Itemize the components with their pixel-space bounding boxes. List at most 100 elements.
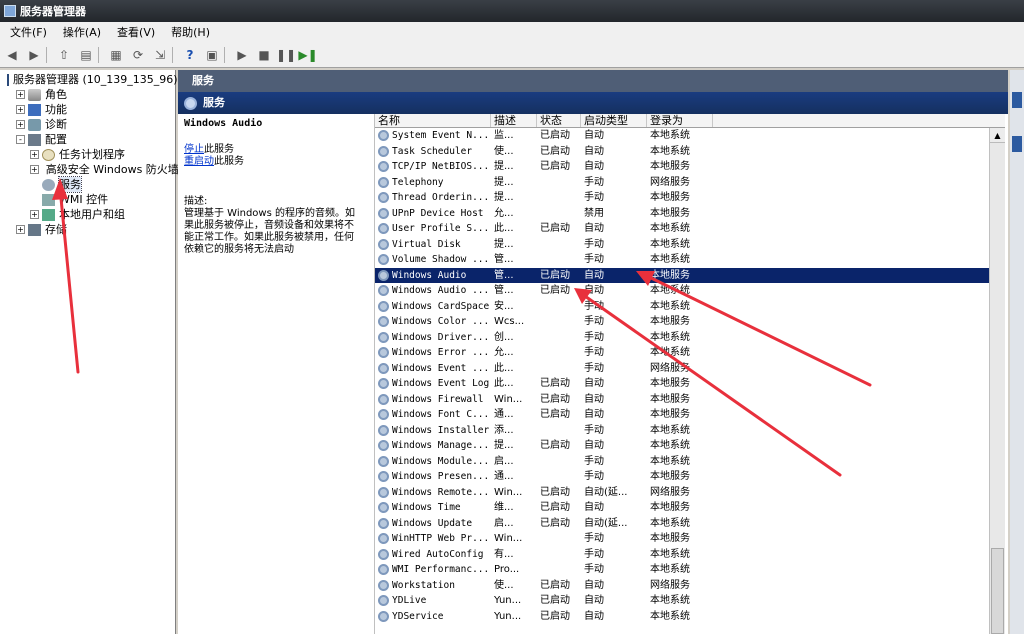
table-row[interactable]: Windows Event ... 此... 手动 网络服务 [375, 361, 995, 377]
actions-section-icon [1012, 136, 1022, 152]
table-row[interactable]: System Event N... 监... 已启动 自动 本地系统 [375, 128, 995, 144]
table-row[interactable]: Windows Update 启... 已启动 自动(延... 本地系统 [375, 516, 995, 532]
tree-node[interactable]: 服务器管理器 (10_139_135_96) [0, 72, 178, 87]
menu-view[interactable]: 查看(V) [109, 22, 163, 42]
column-name[interactable]: 名称 [375, 114, 491, 127]
table-row[interactable]: Windows Event Log 此... 已启动 自动 本地服务 [375, 376, 995, 392]
column-startup-type[interactable]: 启动类型 [581, 114, 647, 127]
service-description: 监... [494, 130, 514, 141]
play-icon[interactable]: ▶ [232, 45, 252, 65]
table-row[interactable]: TCP/IP NetBIOS... 提... 已启动 自动 本地服务 [375, 159, 995, 175]
service-gear-icon [378, 486, 389, 498]
table-row[interactable]: Task Scheduler 使... 已启动 自动 本地系统 [375, 144, 995, 160]
column-status[interactable]: 状态 [537, 114, 581, 127]
table-row[interactable]: YDLive Yun... 已启动 自动 本地系统 [375, 593, 995, 609]
export-icon[interactable]: ⇲ [150, 45, 170, 65]
table-row[interactable]: Windows CardSpace 安... 手动 本地系统 [375, 299, 995, 315]
table-row[interactable]: Windows Font C... 通... 已启动 自动 本地服务 [375, 407, 995, 423]
service-gear-icon [378, 610, 389, 622]
tree-node[interactable]: + 存储 [0, 222, 175, 237]
service-gear-icon [378, 471, 389, 483]
tree-node[interactable]: + 本地用户和组 [0, 207, 175, 222]
expand-icon[interactable]: + [16, 120, 25, 129]
table-row[interactable]: Telephony 提... 手动 网络服务 [375, 175, 995, 191]
table-row[interactable]: Volume Shadow ... 管... 手动 本地系统 [375, 252, 995, 268]
menu-help[interactable]: 帮助(H) [163, 22, 218, 42]
table-row[interactable]: Windows Manage... 提... 已启动 自动 本地系统 [375, 438, 995, 454]
table-row[interactable]: Windows Audio ... 管... 已启动 自动 本地系统 [375, 283, 995, 299]
service-name-text: Thread Orderin... [392, 192, 490, 203]
table-row[interactable]: Windows Error ... 允... 手动 本地系统 [375, 345, 995, 361]
column-log-on-as[interactable]: 登录为 [647, 114, 713, 127]
expand-icon[interactable]: + [30, 210, 39, 219]
restart-service-link[interactable]: 重启动 [184, 156, 214, 167]
table-row[interactable]: WMI Performanc... Pro... 手动 本地系统 [375, 562, 995, 578]
service-gear-icon [378, 269, 389, 281]
table-row[interactable]: Virtual Disk 提... 手动 本地系统 [375, 237, 995, 253]
table-row[interactable]: Windows Time 维... 已启动 自动 本地服务 [375, 500, 995, 516]
service-startup-type: 手动 [584, 471, 604, 482]
refresh-icon[interactable]: ⟳ [128, 45, 148, 65]
tree-node[interactable]: + 功能 [0, 102, 175, 117]
service-description: 此... [494, 223, 514, 234]
console-icon[interactable]: ▣ [202, 45, 222, 65]
service-log-on-as: 本地系统 [650, 300, 690, 312]
scroll-thumb[interactable] [991, 548, 1004, 634]
service-gear-icon [378, 347, 389, 359]
menu-action[interactable]: 操作(A) [55, 22, 109, 42]
table-row[interactable]: Workstation 使... 已启动 自动 网络服务 [375, 578, 995, 594]
service-gear-icon [378, 455, 389, 467]
table-row[interactable]: Windows Remote... Win... 已启动 自动(延... 网络服务 [375, 485, 995, 501]
expand-icon[interactable]: + [30, 165, 39, 174]
column-description[interactable]: 描述 [491, 114, 537, 127]
tree-node[interactable]: + 任务计划程序 [0, 147, 175, 162]
service-startup-type: 自动 [584, 130, 604, 141]
table-row[interactable]: User Profile S... 此... 已启动 自动 本地系统 [375, 221, 995, 237]
vertical-scrollbar[interactable]: ▲ [989, 128, 1005, 634]
up-folder-icon[interactable]: ⇧ [54, 45, 74, 65]
service-name-text: Windows CardSpace [392, 300, 490, 312]
table-row[interactable]: Thread Orderin... 提... 手动 本地服务 [375, 190, 995, 206]
table-row[interactable]: Wired AutoConfig 有... 手动 本地系统 [375, 547, 995, 563]
service-name: YDService [375, 609, 491, 625]
tree-node[interactable]: 服务 [0, 176, 175, 193]
tree-node[interactable]: + 诊断 [0, 117, 175, 132]
expand-icon[interactable]: + [16, 105, 25, 114]
service-status [537, 252, 581, 268]
stop-icon[interactable]: ■ [254, 45, 274, 65]
tree-node[interactable]: - 配置 [0, 132, 175, 147]
service-startup-type: 自动 [584, 378, 604, 389]
scroll-up-icon[interactable]: ▲ [990, 128, 1005, 143]
table-row[interactable]: YDService Yun... 已启动 自动 本地系统 [375, 609, 995, 625]
tree-node[interactable]: WMI 控件 [0, 192, 175, 207]
restart-icon[interactable]: ▶❚ [298, 45, 318, 65]
show-tree-icon[interactable]: ▤ [76, 45, 96, 65]
service-log-on-as: 本地服务 [650, 192, 690, 203]
tree-node[interactable]: + 角色 [0, 87, 175, 102]
table-row[interactable]: Windows Firewall Win... 已启动 自动 本地服务 [375, 392, 995, 408]
table-row[interactable]: Windows Presen... 通... 手动 本地服务 [375, 469, 995, 485]
collapse-icon[interactable]: - [16, 135, 25, 144]
table-row[interactable]: Windows Driver... 创... 手动 本地系统 [375, 330, 995, 346]
service-startup-type: 自动 [584, 579, 604, 591]
table-row[interactable]: Windows Audio 管... 已启动 自动 本地服务 [375, 267, 995, 283]
table-row[interactable]: UPnP Device Host 允... 禁用 本地服务 [375, 206, 995, 222]
stop-service-link[interactable]: 停止 [184, 144, 204, 155]
pause-icon[interactable]: ❚❚ [276, 45, 296, 65]
expand-icon[interactable]: + [16, 90, 25, 99]
forward-icon[interactable]: ▶ [24, 45, 44, 65]
service-log-on-as: 本地服务 [650, 409, 690, 420]
expand-icon[interactable]: + [30, 150, 39, 159]
menu-file[interactable]: 文件(F) [2, 22, 55, 42]
properties-icon[interactable]: ▦ [106, 45, 126, 65]
service-startup-type: 自动 [584, 393, 604, 405]
help-icon[interactable]: ? [180, 45, 200, 65]
table-row[interactable]: Windows Color ... Wcs... 手动 本地服务 [375, 314, 995, 330]
service-startup-type: 手动 [584, 316, 604, 327]
table-row[interactable]: Windows Installer 添... 手动 本地系统 [375, 423, 995, 439]
back-icon[interactable]: ◀ [2, 45, 22, 65]
table-row[interactable]: WinHTTP Web Pr... Win... 手动 本地服务 [375, 531, 995, 547]
table-row[interactable]: Windows Module... 启... 手动 本地系统 [375, 454, 995, 470]
expand-icon[interactable]: + [16, 225, 25, 234]
tree-node[interactable]: + 高级安全 Windows 防火墙 [0, 162, 179, 177]
